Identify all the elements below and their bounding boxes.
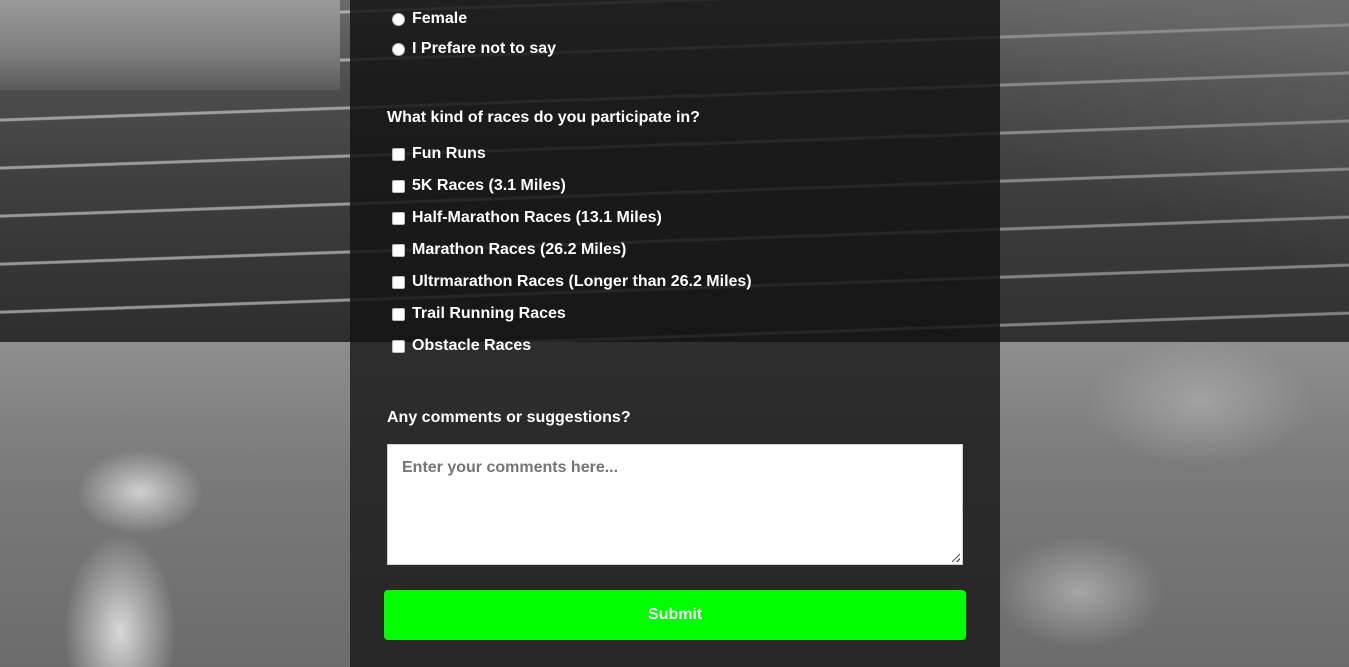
checkbox[interactable] (392, 147, 405, 161)
checkbox-label: Trail Running Races (412, 305, 566, 322)
checkbox[interactable] (392, 211, 405, 225)
submit-button[interactable]: Submit (384, 590, 966, 640)
checkbox-label: Ultrmarathon Races (Longer than 26.2 Mil… (412, 273, 752, 290)
comments-placeholder: Enter your comments here... (402, 459, 619, 476)
checkbox-option-5k[interactable]: 5K Races (3.1 Miles) (392, 177, 566, 195)
checkbox-label: 5K Races (3.1 Miles) (412, 177, 566, 194)
checkbox-option-fun-runs[interactable]: Fun Runs (392, 145, 486, 163)
checkbox[interactable] (392, 275, 405, 289)
checkbox-label: Half-Marathon Races (13.1 Miles) (412, 209, 662, 226)
radio-label: Female (412, 10, 468, 27)
radio-option-prefer-not-to-say[interactable]: I Prefare not to say (392, 40, 556, 58)
checkbox-label: Fun Runs (412, 145, 486, 162)
background-runner-legs (1000, 0, 1349, 342)
survey-form: Female I Prefare not to say What kind of… (350, 0, 1000, 667)
radio-label: I Prefare not to say (412, 40, 557, 57)
checkbox[interactable] (392, 243, 405, 257)
checkbox[interactable] (392, 307, 405, 321)
checkbox-option-obstacle[interactable]: Obstacle Races (392, 337, 531, 355)
checkbox-option-trail-running[interactable]: Trail Running Races (392, 305, 566, 323)
checkbox-option-ultramarathon[interactable]: Ultrmarathon Races (Longer than 26.2 Mil… (392, 273, 752, 291)
comments-textarea[interactable]: Enter your comments here... (387, 444, 963, 565)
checkbox-label: Obstacle Races (412, 337, 532, 354)
radio-button[interactable] (392, 12, 405, 26)
background-crowd (0, 0, 340, 90)
races-question: What kind of races do you participate in… (387, 109, 700, 126)
checkbox[interactable] (392, 339, 405, 353)
survey-form-panel: Female I Prefare not to say What kind of… (350, 0, 1000, 667)
comments-question: Any comments or suggestions? (387, 409, 631, 426)
radio-button[interactable] (392, 42, 405, 56)
checkbox-option-half-marathon[interactable]: Half-Marathon Races (13.1 Miles) (392, 209, 662, 227)
checkbox-label: Marathon Races (26.2 Miles) (412, 241, 627, 258)
resize-handle-icon[interactable] (952, 554, 960, 562)
checkbox-option-marathon[interactable]: Marathon Races (26.2 Miles) (392, 241, 626, 259)
radio-option-female[interactable]: Female (392, 10, 467, 28)
checkbox[interactable] (392, 179, 405, 193)
